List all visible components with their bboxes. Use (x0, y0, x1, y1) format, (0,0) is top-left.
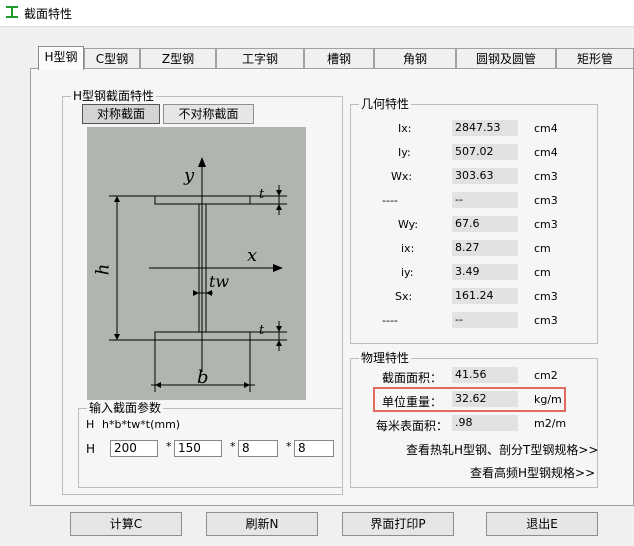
geometry-unit: cm4 (534, 122, 558, 135)
title-bar: 截面特性 (0, 0, 634, 27)
geometry-label: Wx: (391, 170, 413, 183)
h-label: h (92, 263, 114, 276)
separator-2: * (230, 440, 236, 453)
hot-rolled-spec-link[interactable]: 查看热轧H型钢、剖分T型钢规格>> (406, 441, 598, 458)
area-unit: cm2 (534, 369, 558, 382)
high-freq-spec-link[interactable]: 查看高频H型钢规格>> (470, 464, 595, 481)
geometry-group-title: 几何特性 (359, 97, 412, 111)
geometry-value: 161.24 (452, 288, 518, 304)
geometry-label: Iy: (398, 146, 411, 159)
geometry-value: 8.27 (452, 240, 518, 256)
calculate-button[interactable]: 计算C (70, 512, 182, 536)
h-section-group-title: H型钢截面特性 (71, 89, 157, 103)
geometry-unit: cm (534, 266, 551, 279)
b-input[interactable]: 150 (174, 440, 222, 457)
separator-1: * (166, 440, 172, 453)
geometry-label: iy: (401, 266, 414, 279)
input-row-label: H (86, 442, 96, 456)
surface-area-label: 每米表面积： (376, 419, 449, 433)
h-input[interactable]: 200 (110, 440, 158, 457)
tab-channel[interactable]: 槽钢 (304, 48, 374, 68)
area-value: 41.56 (452, 367, 518, 383)
geometry-unit: cm3 (534, 290, 558, 303)
geometry-label: ---- (382, 194, 398, 207)
geometry-unit: cm (534, 242, 551, 255)
physical-group-title: 物理特性 (359, 351, 412, 365)
h-section-drawing: y x tw t t h b (87, 127, 306, 400)
x-axis-label: x (247, 245, 258, 266)
tab-angle[interactable]: 角钢 (374, 48, 456, 68)
input-group-title: 输入截面参数 (87, 401, 164, 415)
tab-i-beam[interactable]: 工字钢 (216, 48, 304, 68)
area-label: 截面面积： (382, 371, 443, 385)
geometry-value: 2847.53 (452, 120, 518, 136)
t-top-label: t (259, 187, 265, 202)
h-section-diagram (109, 157, 287, 392)
symmetric-section-button[interactable]: 对称截面 (82, 104, 160, 124)
geometry-value: 67.6 (452, 216, 518, 232)
geometry-unit: cm3 (534, 314, 558, 327)
geometry-unit: cm4 (534, 146, 558, 159)
b-label: b (197, 367, 209, 388)
geometry-value: 507.02 (452, 144, 518, 160)
tab-h-steel[interactable]: H型钢 (38, 46, 84, 70)
geometry-label: Wy: (398, 218, 419, 231)
geometry-label: ---- (382, 314, 398, 327)
tab-rect-tube[interactable]: 矩形管 (556, 48, 634, 68)
print-button[interactable]: 界面打印P (342, 512, 454, 536)
y-axis-label: y (184, 165, 195, 186)
tab-z-steel[interactable]: Z型钢 (140, 48, 216, 68)
geometry-value: 303.63 (452, 168, 518, 184)
window-title: 截面特性 (24, 7, 73, 21)
geometry-label: Ix: (398, 122, 412, 135)
highlight-box (373, 387, 566, 412)
input-param-label: H (86, 418, 95, 431)
geometry-value: -- (452, 192, 518, 208)
asymmetric-section-button[interactable]: 不对称截面 (163, 104, 254, 124)
geometry-label: ix: (401, 242, 415, 255)
tw-label: tw (209, 272, 230, 291)
geometry-value: 3.49 (452, 264, 518, 280)
tw-input[interactable]: 8 (238, 440, 278, 457)
tab-c-steel[interactable]: C型钢 (84, 48, 140, 68)
t-bottom-label: t (259, 323, 265, 338)
surface-area-value: .98 (452, 415, 518, 431)
app-icon (6, 6, 18, 18)
input-format-label: h*b*tw*t(mm) (102, 418, 181, 431)
geometry-unit: cm3 (534, 194, 558, 207)
geometry-unit: cm3 (534, 218, 558, 231)
separator-3: * (286, 440, 292, 453)
refresh-button[interactable]: 刷新N (206, 512, 318, 536)
geometry-unit: cm3 (534, 170, 558, 183)
t-input[interactable]: 8 (294, 440, 334, 457)
surface-area-unit: m2/m (534, 417, 567, 430)
geometry-value: -- (452, 312, 518, 328)
tab-round-tube[interactable]: 圆钢及圆管 (456, 48, 556, 68)
tab-strip: H型钢 C型钢 Z型钢 工字钢 槽钢 角钢 圆钢及圆管 矩形管 (38, 46, 634, 70)
geometry-label: Sx: (395, 290, 413, 303)
exit-button[interactable]: 退出E (486, 512, 598, 536)
